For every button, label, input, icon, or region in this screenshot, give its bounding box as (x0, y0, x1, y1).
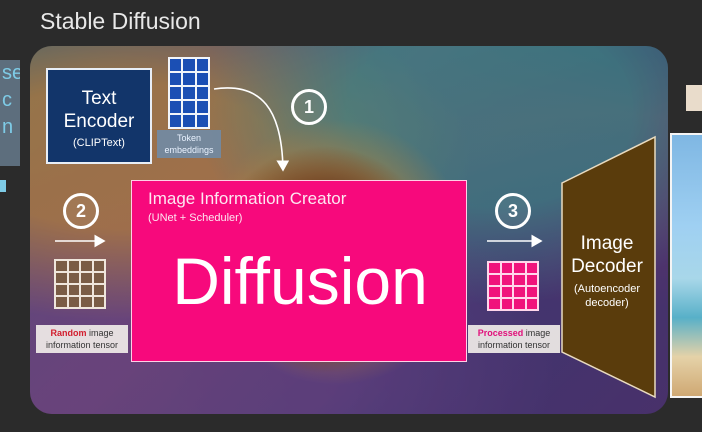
diffusion-label: Diffusion (172, 244, 428, 318)
step-1-badge: 1 (291, 89, 327, 125)
grid-cell (81, 297, 92, 307)
grid-cell (93, 273, 104, 283)
grid-cell (56, 261, 67, 271)
grid-cell (514, 287, 525, 297)
grid-cell (514, 263, 525, 273)
grid-cell (56, 285, 67, 295)
processed-tensor-grid (487, 261, 539, 311)
grid-cell (489, 287, 500, 297)
grid-cell (489, 263, 500, 273)
step-3-badge: 3 (495, 193, 531, 229)
grid-cell (68, 261, 79, 271)
grid-cell (489, 299, 500, 309)
image-decoder-label: Image Decoder (Autoencoder decoder) (562, 232, 652, 310)
grid-cell (56, 273, 67, 283)
grid-cell (489, 275, 500, 285)
decoder-sub-line1: (Autoencoder (573, 283, 641, 295)
grid-cell (93, 261, 104, 271)
grid-cell (514, 299, 525, 309)
random-tensor-grid (54, 259, 106, 309)
grid-cell (68, 285, 79, 295)
image-information-creator-box: Image Information Creator (UNet + Schedu… (131, 180, 467, 362)
decoder-title-line1: Image (580, 233, 634, 254)
arrow-token-to-creator (213, 87, 290, 172)
random-tensor-label: Random image information tensor (36, 325, 128, 353)
grid-cell (501, 263, 512, 273)
grid-cell (81, 285, 92, 295)
step-2-badge: 2 (63, 193, 99, 229)
grid-cell (68, 297, 79, 307)
grid-cell (526, 263, 537, 273)
grid-cell (526, 275, 537, 285)
processed-tensor-label: Processed image information tensor (468, 325, 560, 353)
decoder-title-line2: Decoder (571, 256, 643, 277)
grid-cell (93, 285, 104, 295)
grid-cell (526, 299, 537, 309)
grid-cell (514, 275, 525, 285)
grid-cell (81, 261, 92, 271)
creator-subtitle: (UNet + Scheduler) (148, 212, 243, 224)
decoder-sub-line2: decoder) (585, 297, 629, 309)
creator-title: Image Information Creator (148, 189, 347, 208)
grid-cell (56, 297, 67, 307)
grid-cell (501, 287, 512, 297)
grid-cell (501, 275, 512, 285)
grid-cell (81, 273, 92, 283)
grid-cell (93, 297, 104, 307)
grid-cell (68, 273, 79, 283)
grid-cell (501, 299, 512, 309)
grid-cell (526, 287, 537, 297)
